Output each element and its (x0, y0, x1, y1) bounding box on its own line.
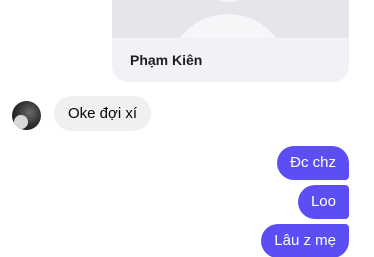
outgoing-message[interactable]: Lâu z mẹ (261, 224, 349, 257)
shared-contact-card[interactable]: Phạm Kiên (112, 0, 349, 82)
chat-thread: Phạm Kiên Oke đợi xí Đc chz Loo Lâu z mẹ (0, 0, 374, 257)
sender-avatar[interactable] (12, 101, 41, 130)
contact-name: Phạm Kiên (130, 52, 203, 68)
outgoing-message[interactable]: Loo (297, 185, 349, 219)
incoming-message[interactable]: Oke đợi xí (54, 96, 152, 131)
contact-cover-image (112, 0, 349, 38)
contact-avatar-placeholder-head (210, 0, 248, 2)
outgoing-message[interactable]: Đc chz (277, 146, 349, 180)
contact-avatar-placeholder-icon (168, 14, 288, 38)
